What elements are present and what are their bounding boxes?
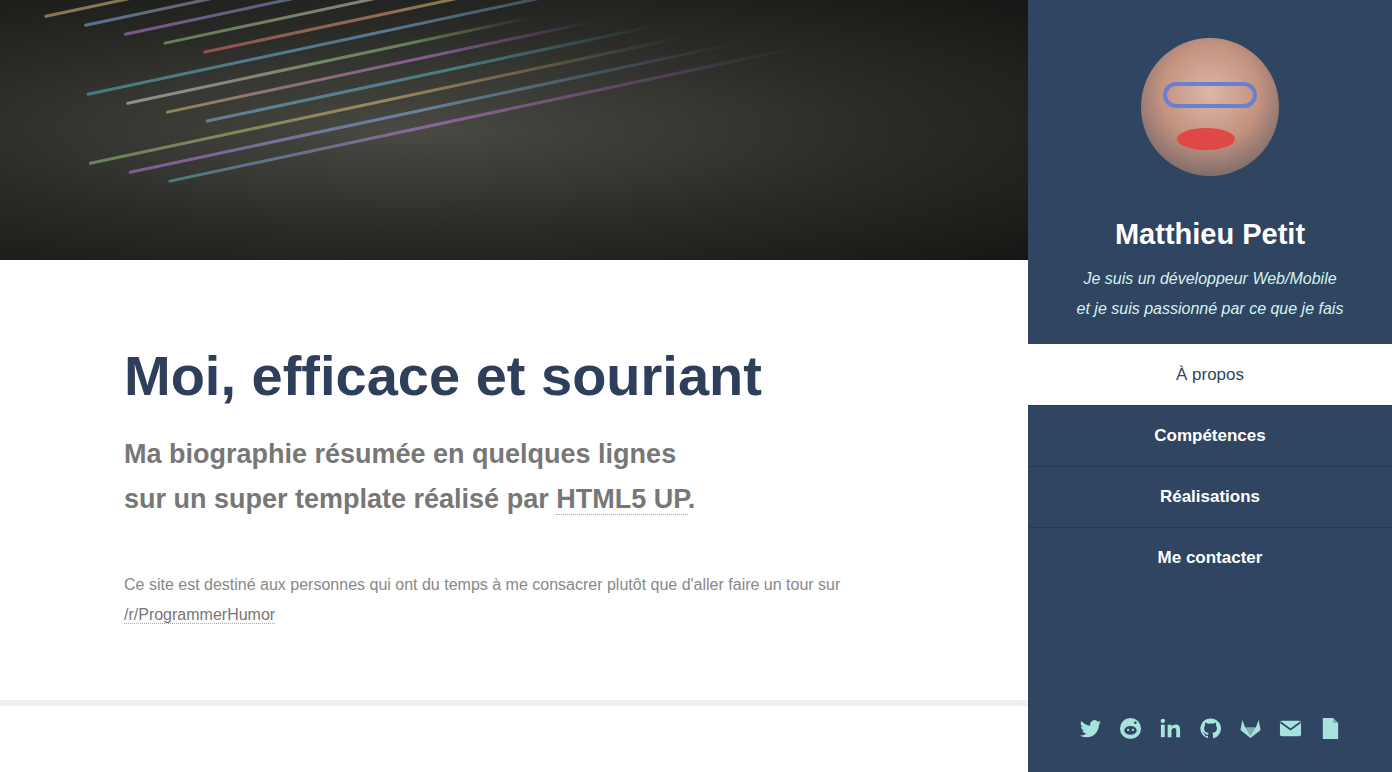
sidebar: Matthieu Petit Je suis un développeur Web… [1028,0,1392,772]
subtitle-end: . [688,484,696,514]
avatar-lips [1177,128,1235,150]
envelope-icon[interactable] [1279,717,1302,740]
github-link[interactable] [1199,717,1222,740]
code-line [89,1,848,165]
sidebar-item[interactable]: Me contacter [1028,527,1392,588]
subtitle: Ma biographie résumée en quelques lignes… [124,432,988,522]
tagline-line: et je suis passionné par ce que je fais [1077,294,1344,324]
profile-name: Matthieu Petit [1115,214,1305,254]
github-icon[interactable] [1199,717,1222,740]
sidebar-item-label[interactable]: À propos [1176,365,1244,385]
tagline-line: Je suis un développeur Web/Mobile [1077,264,1344,294]
sidebar-item-label[interactable]: Me contacter [1158,548,1263,568]
sidebar-item-label[interactable]: Compétences [1154,426,1265,446]
document-link[interactable] [1319,717,1342,740]
reddit-link[interactable]: /r/ProgrammerHumor [124,606,275,624]
subtitle-text: sur un super template réalisé par [124,484,556,514]
avatar-photo [1141,38,1279,176]
sidebar-item-label[interactable]: Réalisations [1160,487,1260,507]
header-photo-texture [0,0,1028,209]
linkedin-icon[interactable] [1159,717,1182,740]
twitter-link[interactable] [1079,717,1102,740]
sidebar-item[interactable]: Compétences [1028,405,1392,466]
document-icon[interactable] [1319,717,1342,740]
sidebar-nav: À propos Compétences Réalisations Me contac… [1028,344,1392,588]
sidebar-item[interactable]: À propos [1028,344,1392,405]
linkedin-link[interactable] [1159,717,1182,740]
sidebar-item[interactable]: Réalisations [1028,466,1392,527]
gitlab-icon[interactable] [1239,717,1262,740]
twitter-icon[interactable] [1079,717,1102,740]
header-photo [0,0,1028,260]
intro-paragraph: Ce site est destiné aux personnes qui on… [124,570,914,630]
avatar-glasses [1163,82,1257,108]
subtitle-line: sur un super template réalisé par HTML5 … [124,477,988,522]
code-line [126,0,837,105]
about-section: Moi, efficace et souriant Ma biographie r… [0,260,1028,706]
subtitle-line: Ma biographie résumée en quelques lignes [124,432,988,477]
paragraph-text: Ce site est destiné aux personnes qui on… [124,576,840,593]
main-content: Moi, efficace et souriant Ma biographie r… [0,0,1028,772]
gitlab-link[interactable] [1239,717,1262,740]
tagline: Je suis un développeur Web/Mobileet je s… [1077,264,1344,324]
social-links [1028,717,1392,772]
reddit-link[interactable] [1119,717,1142,740]
envelope-link[interactable] [1279,717,1302,740]
page-title: Moi, efficace et souriant [124,340,988,412]
html5up-link[interactable]: HTML5 UP [556,484,688,515]
reddit-icon[interactable] [1119,717,1142,740]
profile: Matthieu Petit Je suis un développeur Web… [1028,0,1392,324]
